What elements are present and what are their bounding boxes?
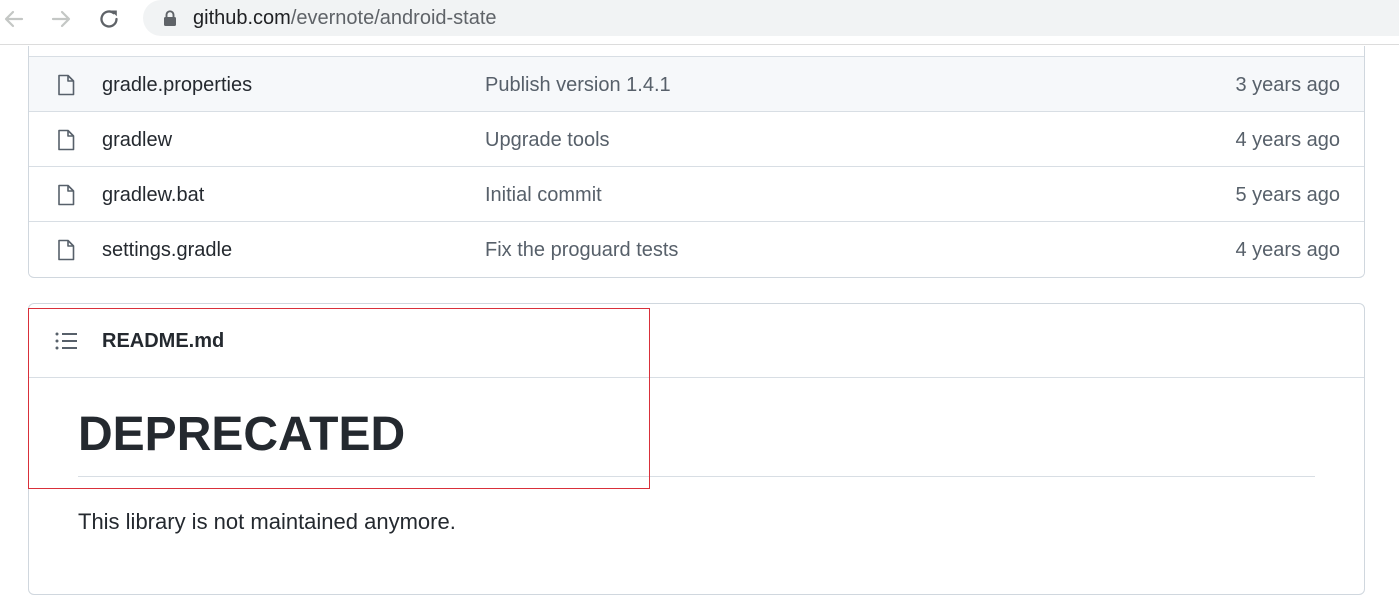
file-name-link[interactable]: gradlew [102, 128, 172, 152]
commit-age: 5 years ago [1235, 184, 1340, 206]
file-icon [58, 74, 75, 96]
readme-paragraph: This library is not maintained anymore. [78, 509, 456, 534]
commit-message-link[interactable]: Upgrade tools [485, 128, 610, 152]
browser-toolbar: github.com/evernote/android-state [0, 0, 1399, 45]
reload-icon [100, 10, 118, 28]
url-path: /evernote/android-state [290, 7, 497, 29]
file-icon [58, 184, 75, 206]
list-icon[interactable] [54, 331, 78, 351]
url-host: github.com [193, 7, 291, 29]
back-button[interactable] [0, 5, 28, 33]
reload-button[interactable] [95, 5, 123, 33]
file-row[interactable]: gradlew.bat Initial commit 5 years ago [29, 166, 1364, 221]
file-icon [58, 239, 75, 261]
url-text[interactable]: github.com/evernote/android-state [193, 7, 497, 29]
address-bar[interactable]: github.com/evernote/android-state [143, 0, 1399, 36]
file-row[interactable]: gradle.properties Publish version 1.4.1 … [29, 56, 1364, 111]
file-row[interactable]: gradlew Upgrade tools 4 years ago [29, 111, 1364, 166]
commit-message-link[interactable]: Fix the proguard tests [485, 238, 678, 262]
readme-filename[interactable]: README.md [102, 329, 224, 353]
file-name-link[interactable]: settings.gradle [102, 238, 232, 262]
forward-button[interactable] [47, 5, 75, 33]
file-row[interactable]: settings.gradle Fix the proguard tests 4… [29, 221, 1364, 276]
file-name-link[interactable]: gradlew.bat [102, 183, 204, 207]
readme-panel: README.md DEPRECATED This library is not… [28, 303, 1365, 595]
file-name-link[interactable]: gradle.properties [102, 73, 252, 97]
lock-icon[interactable] [163, 10, 177, 26]
file-list: gradle.properties Publish version 1.4.1 … [28, 46, 1365, 278]
commit-message-link[interactable]: Publish version 1.4.1 [485, 73, 671, 97]
commit-age: 4 years ago [1235, 239, 1340, 261]
arrow-left-icon [4, 10, 24, 28]
commit-message-link[interactable]: Initial commit [485, 183, 602, 207]
readme-heading: DEPRECATED [78, 408, 406, 461]
commit-age: 3 years ago [1235, 74, 1340, 96]
file-icon [58, 129, 75, 151]
heading-divider [78, 476, 1315, 477]
readme-header: README.md [29, 304, 1364, 378]
arrow-right-icon [51, 10, 71, 28]
commit-age: 4 years ago [1235, 129, 1340, 151]
